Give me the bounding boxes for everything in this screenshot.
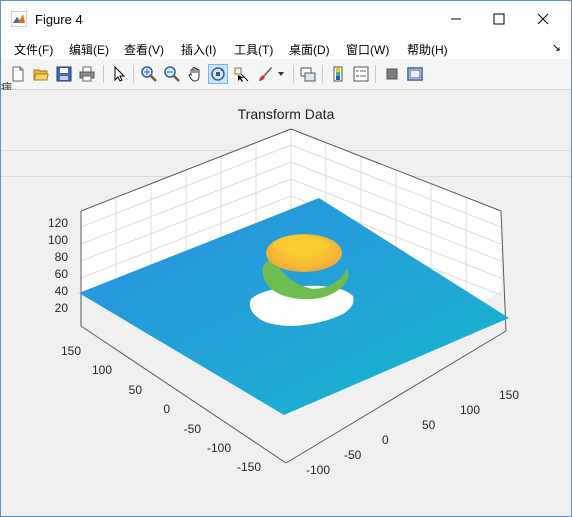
z-tick-labels: 120 100 80 60 40 20 bbox=[48, 216, 68, 315]
y-tick-label: -100 bbox=[207, 441, 231, 455]
y-tick-label: -150 bbox=[237, 460, 261, 474]
x-tick-labels: -100 -50 0 50 100 150 bbox=[306, 388, 519, 477]
x-tick-label: 150 bbox=[499, 388, 519, 402]
x-tick-label: 0 bbox=[382, 433, 389, 447]
axes-3d[interactable]: 120 100 80 60 40 20 150 100 50 0 -50 -10… bbox=[1, 1, 571, 516]
z-tick-label: 20 bbox=[55, 301, 69, 315]
x-tick-label: 100 bbox=[460, 403, 480, 417]
x-tick-label: -100 bbox=[306, 463, 330, 477]
z-tick-label: 120 bbox=[48, 216, 68, 230]
y-tick-label: 0 bbox=[163, 402, 170, 416]
y-tick-label: 100 bbox=[92, 363, 112, 377]
z-tick-label: 80 bbox=[55, 250, 69, 264]
y-tick-label: 150 bbox=[61, 344, 81, 358]
y-tick-label: -50 bbox=[184, 422, 202, 436]
z-tick-label: 60 bbox=[55, 267, 69, 281]
y-tick-label: 50 bbox=[129, 383, 143, 397]
x-tick-label: -50 bbox=[344, 448, 362, 462]
x-tick-label: 50 bbox=[422, 418, 436, 432]
z-tick-label: 100 bbox=[48, 233, 68, 247]
z-tick-label: 40 bbox=[55, 284, 69, 298]
figure-window: Figure 4 文件(F) 编辑(E) 查看(V) 插入(I) 工具(T) 桌… bbox=[0, 0, 572, 517]
